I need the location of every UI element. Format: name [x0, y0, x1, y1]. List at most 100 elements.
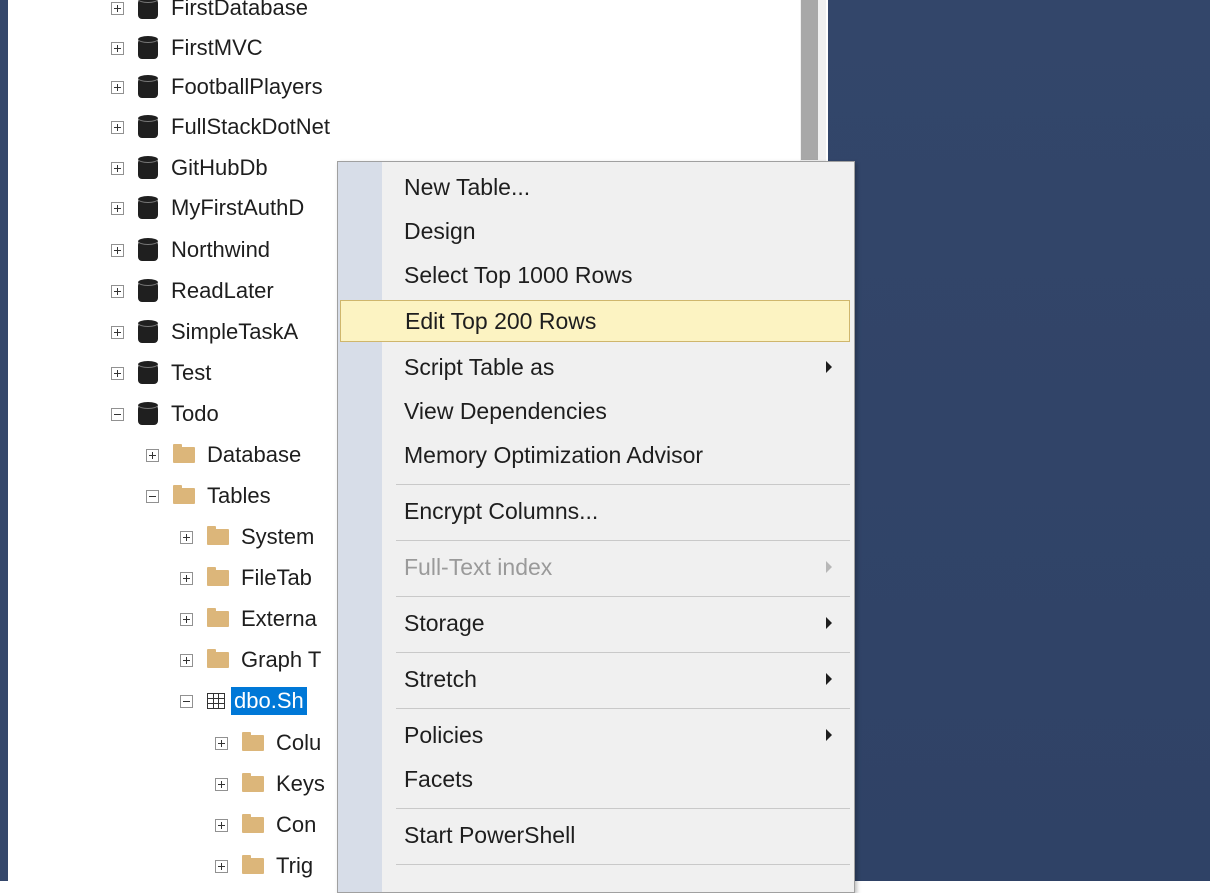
tree-node-test[interactable]: Test [111, 355, 211, 391]
menu-item-label: Stretch [404, 665, 477, 692]
tree-node-label: Test [171, 360, 212, 385]
submenu-arrow-icon [826, 561, 832, 573]
tree-node-label: Graph T [241, 647, 322, 672]
tree-node-dbo-table[interactable]: dbo.Sh [180, 683, 307, 719]
expand-icon[interactable] [111, 120, 124, 134]
tree-node-label: Tables [207, 483, 271, 508]
expand-icon[interactable] [111, 161, 124, 175]
expand-icon[interactable] [111, 325, 124, 339]
expand-icon[interactable] [111, 366, 124, 380]
tree-node-footballplayers[interactable]: FootballPlayers [111, 69, 323, 105]
expand-icon[interactable] [146, 448, 159, 462]
database-icon [138, 238, 158, 262]
tree-node-myfirstauthd[interactable]: MyFirstAuthD [111, 190, 304, 226]
menu-item-edit-top-200[interactable]: Edit Top 200 Rows [340, 300, 850, 342]
menu-item-facets[interactable]: Facets [340, 760, 850, 798]
expand-icon[interactable] [111, 80, 124, 94]
tree-node-graph-tables[interactable]: Graph T [180, 642, 321, 678]
tree-node-readlater[interactable]: ReadLater [111, 273, 274, 309]
menu-item-label: Edit Top 200 Rows [405, 307, 597, 334]
tree-node-firstdatabase[interactable]: FirstDatabase [111, 0, 308, 26]
menu-item-label: Facets [404, 765, 474, 792]
tree-node-label: System [241, 524, 315, 549]
menu-item-label: Memory Optimization Advisor [404, 441, 704, 468]
tree-node-label: dbo.Sh [231, 687, 307, 715]
context-menu[interactable]: New Table... Design Select Top 1000 Rows… [337, 161, 855, 893]
tree-node-label: FileTab [241, 565, 312, 590]
collapse-icon[interactable] [111, 407, 124, 421]
menu-item-design[interactable]: Design [340, 212, 850, 250]
menu-item-storage[interactable]: Storage [340, 604, 850, 642]
menu-item-start-powershell[interactable]: Start PowerShell [340, 816, 850, 854]
tree-node-label: Externa [241, 606, 317, 631]
tree-node-label: Colu [276, 730, 322, 755]
tree-node-label: FirstDatabase [171, 0, 308, 20]
menu-item-label: Storage [404, 609, 485, 636]
submenu-arrow-icon [826, 673, 832, 685]
tree-node-external-tables[interactable]: Externa [180, 601, 317, 637]
tree-node-label: Trig [276, 853, 314, 878]
expand-icon[interactable] [180, 612, 193, 626]
menu-item-stretch[interactable]: Stretch [340, 660, 850, 698]
database-icon [138, 75, 158, 99]
tree-node-githubdb[interactable]: GitHubDb [111, 150, 268, 186]
menu-item-view-dependencies[interactable]: View Dependencies [340, 392, 850, 430]
menu-item-label: Encrypt Columns... [404, 497, 599, 524]
expand-icon[interactable] [215, 777, 228, 791]
table-icon [207, 693, 225, 709]
expand-icon[interactable] [215, 818, 228, 832]
tree-node-label: MyFirstAuthD [171, 195, 305, 220]
tree-node-label: ReadLater [171, 278, 274, 303]
expand-icon[interactable] [111, 201, 124, 215]
folder-icon [242, 814, 264, 833]
tree-node-label: Todo [171, 401, 219, 426]
menu-separator [396, 596, 850, 597]
tree-node-label: Northwind [171, 237, 271, 262]
tree-node-northwind[interactable]: Northwind [111, 232, 270, 268]
tree-node-label: FullStackDotNet [171, 114, 330, 139]
menu-item-new-table[interactable]: New Table... [340, 168, 850, 206]
menu-item-memory-optimization-advisor[interactable]: Memory Optimization Advisor [340, 436, 850, 474]
document-area-background [828, 0, 1210, 881]
submenu-arrow-icon [826, 361, 832, 373]
tree-node-label: Database [207, 442, 302, 467]
tree-node-triggers[interactable]: Trig [215, 848, 313, 881]
tree-node-keys[interactable]: Keys [215, 766, 325, 802]
collapse-icon[interactable] [146, 489, 159, 503]
menu-item-script-table-as[interactable]: Script Table as [340, 348, 850, 386]
tree-node-columns[interactable]: Colu [215, 725, 321, 761]
scrollbar-thumb[interactable] [801, 0, 818, 160]
database-icon [138, 320, 158, 344]
expand-icon[interactable] [180, 530, 193, 544]
tree-node-database-diagrams[interactable]: Database [146, 437, 301, 473]
menu-separator [396, 864, 850, 865]
tree-node-filetables[interactable]: FileTab [180, 560, 312, 596]
expand-icon[interactable] [111, 1, 124, 15]
tree-node-fullstackdotnet[interactable]: FullStackDotNet [111, 109, 330, 145]
folder-icon [207, 526, 229, 545]
tree-node-todo[interactable]: Todo [111, 396, 219, 432]
tree-node-tables[interactable]: Tables [146, 478, 271, 514]
menu-item-encrypt-columns[interactable]: Encrypt Columns... [340, 492, 850, 530]
tree-node-firstmvc[interactable]: FirstMVC [111, 30, 263, 66]
folder-icon [173, 444, 195, 463]
menu-item-label: View Dependencies [404, 397, 607, 424]
menu-separator [396, 808, 850, 809]
menu-item-select-top-1000[interactable]: Select Top 1000 Rows [340, 256, 850, 294]
expand-icon[interactable] [111, 243, 124, 257]
collapse-icon[interactable] [180, 694, 193, 708]
expand-icon[interactable] [111, 284, 124, 298]
expand-icon[interactable] [215, 859, 228, 873]
expand-icon[interactable] [180, 653, 193, 667]
folder-icon [207, 649, 229, 668]
expand-icon[interactable] [111, 41, 124, 55]
menu-separator [396, 484, 850, 485]
expand-icon[interactable] [180, 571, 193, 585]
menu-item-policies[interactable]: Policies [340, 716, 850, 754]
tree-node-system-tables[interactable]: System [180, 519, 314, 555]
database-icon [138, 0, 158, 20]
tree-node-constraints[interactable]: Con [215, 807, 316, 843]
tree-node-simpletaska[interactable]: SimpleTaskA [111, 314, 298, 350]
menu-item-label: Select Top 1000 Rows [404, 261, 633, 288]
expand-icon[interactable] [215, 736, 228, 750]
